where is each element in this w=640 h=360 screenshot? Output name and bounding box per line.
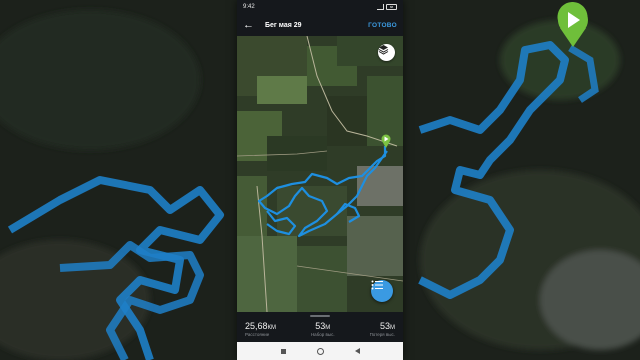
back-triangle-icon[interactable] [354, 348, 360, 354]
app-header: ← Бег мая 29 ГОТОВО [237, 14, 403, 36]
list-icon [371, 280, 383, 290]
elevation-gain-label: Набор выс. [310, 332, 335, 337]
elevation-loss-value: 53 [379, 321, 390, 331]
layers-button[interactable] [378, 44, 395, 61]
elevation-loss-unit: М [389, 325, 395, 331]
status-time: 9:42 [243, 4, 255, 10]
distance-value: 25,68 [245, 321, 268, 331]
stats-panel: 25,68КМ Расстояние 53М Набор выс. 53М По… [237, 312, 403, 342]
elevation-gain-value: 53 [315, 321, 326, 331]
distance-label: Расстояние [245, 332, 270, 337]
activity-title: Бег мая 29 [265, 21, 302, 29]
elevation-loss-label: Потеря выс. [369, 332, 395, 337]
arrow-left-icon[interactable]: ← [243, 19, 257, 31]
done-button[interactable]: ГОТОВО [368, 22, 397, 29]
system-nav-bar [237, 342, 403, 360]
list-button[interactable] [371, 280, 393, 302]
status-icons: 88 [377, 4, 397, 10]
route-map[interactable] [237, 36, 403, 312]
drag-handle[interactable] [310, 315, 330, 317]
status-bar: 9:42 88 [237, 0, 403, 14]
phone-screen: 9:42 88 ← Бег мая 29 ГОТОВО 25,68КМ Расс… [237, 0, 403, 360]
stat-elevation-loss: 53М Потеря выс. [370, 312, 395, 342]
stat-distance: 25,68КМ Расстояние [245, 312, 276, 342]
recents-icon[interactable] [280, 348, 286, 354]
battery-icon: 88 [386, 4, 397, 10]
elevation-gain-unit: М [325, 325, 331, 331]
signal-icon [377, 4, 384, 10]
home-icon[interactable] [316, 347, 324, 355]
layers-icon [378, 45, 389, 55]
distance-unit: КМ [267, 325, 277, 331]
